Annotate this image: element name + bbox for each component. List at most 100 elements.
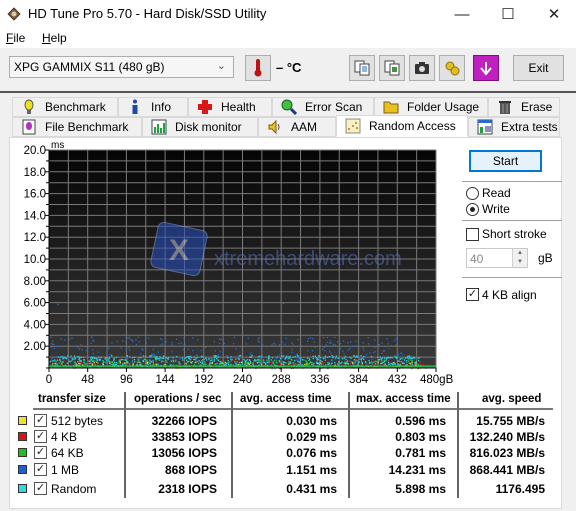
data-point — [154, 358, 157, 360]
data-point — [126, 362, 128, 364]
menu-help[interactable]: Help — [42, 31, 67, 45]
write-radio[interactable] — [466, 203, 479, 216]
data-point — [410, 357, 412, 359]
cell-max: 5.898 ms — [395, 482, 446, 496]
tab-info[interactable]: Info — [118, 97, 188, 117]
data-point — [58, 360, 60, 362]
cell-ops: 2318 IOPS — [158, 482, 217, 496]
data-point — [220, 363, 222, 366]
data-point — [221, 361, 223, 363]
data-point — [350, 341, 352, 343]
data-point — [299, 363, 301, 365]
disk-monitor-icon — [151, 119, 167, 135]
data-point — [110, 356, 112, 358]
tab-error-scan[interactable]: Error Scan — [272, 97, 374, 117]
data-point — [399, 362, 401, 364]
data-point — [167, 358, 169, 360]
data-point — [265, 362, 267, 364]
series-checkbox[interactable]: ✓ — [34, 414, 47, 427]
data-point — [91, 356, 94, 358]
exit-button[interactable]: Exit — [513, 55, 564, 81]
series-checkbox[interactable]: ✓ — [34, 463, 47, 476]
drive-select[interactable]: XPG GAMMIX S11 (480 gB) ⌄ — [9, 56, 234, 78]
data-point — [176, 356, 178, 358]
data-point — [55, 360, 57, 363]
copy-screenshot-button[interactable] — [379, 55, 405, 81]
tab-extra-tests[interactable]: Extra tests — [468, 117, 560, 137]
data-point — [400, 352, 402, 354]
data-point — [403, 362, 405, 365]
series-checkbox[interactable]: ✓ — [34, 446, 47, 459]
options-button[interactable] — [439, 55, 465, 81]
data-point — [77, 346, 79, 349]
tab-aam[interactable]: AAM — [258, 117, 336, 137]
series-checkbox[interactable]: ✓ — [34, 430, 47, 443]
short-stroke-checkbox[interactable] — [466, 228, 479, 241]
tab-benchmark[interactable]: Benchmark — [12, 97, 118, 117]
close-button[interactable]: ✕ — [531, 0, 576, 28]
data-point — [133, 359, 136, 361]
data-point — [296, 359, 298, 361]
minimize-button[interactable]: — — [439, 0, 485, 28]
data-point — [383, 359, 385, 361]
data-point — [113, 362, 115, 365]
read-radio[interactable] — [466, 187, 479, 200]
spinner-arrows-icon[interactable]: ▲ ▼ — [512, 249, 527, 267]
data-point — [342, 340, 344, 342]
data-point — [107, 358, 109, 360]
tab-disk-monitor[interactable]: Disk monitor — [142, 117, 258, 137]
tab-erase[interactable]: Erase — [488, 97, 560, 117]
menu-file[interactable]: File — [6, 31, 25, 45]
tab-random-access[interactable]: Random Access — [336, 115, 468, 137]
data-point — [258, 358, 261, 360]
data-point — [294, 363, 296, 365]
data-point — [231, 359, 233, 361]
tab-folder-usage[interactable]: Folder Usage — [374, 97, 488, 117]
data-point — [219, 360, 221, 363]
start-button[interactable]: Start — [469, 150, 542, 172]
data-point — [280, 363, 282, 366]
data-point — [98, 356, 100, 358]
screenshot-button[interactable] — [409, 55, 435, 81]
maximize-button[interactable]: ☐ — [485, 0, 531, 28]
data-point — [362, 342, 364, 344]
thermometer-icon — [254, 59, 262, 77]
data-point — [390, 363, 392, 365]
short-stroke-spinner[interactable]: 40 ▲ ▼ — [466, 248, 528, 268]
save-button[interactable] — [473, 55, 499, 81]
align-4kb-checkbox[interactable]: ✓ — [466, 288, 479, 301]
chevron-down-icon: ⌄ — [216, 60, 226, 72]
data-point — [58, 346, 60, 348]
data-point — [198, 361, 200, 363]
data-point — [164, 363, 166, 366]
data-point — [104, 361, 106, 363]
data-point — [239, 354, 242, 357]
data-point — [271, 357, 274, 359]
y-tick-label: 6.00 — [24, 298, 46, 310]
data-point — [155, 363, 157, 365]
data-point — [59, 356, 62, 359]
data-point — [319, 357, 321, 359]
data-point — [329, 362, 331, 365]
header-avg-speed: avg. speed — [482, 393, 542, 405]
copy-text-button[interactable] — [349, 55, 375, 81]
tab-file-benchmark[interactable]: File Benchmark — [12, 117, 142, 137]
data-point — [274, 359, 276, 361]
temperature-button[interactable] — [245, 55, 271, 81]
data-point — [162, 360, 164, 362]
data-point — [138, 356, 140, 359]
data-point — [75, 363, 78, 365]
options-icon — [445, 61, 460, 76]
data-point — [376, 360, 378, 363]
data-point — [319, 360, 321, 362]
cell-max: 0.803 ms — [395, 430, 446, 444]
data-point — [302, 359, 304, 361]
data-point — [56, 359, 59, 361]
data-point — [342, 350, 344, 352]
tab-health[interactable]: Health — [188, 97, 272, 117]
series-checkbox[interactable]: ✓ — [34, 482, 47, 495]
data-point — [268, 358, 270, 360]
data-point — [395, 344, 397, 346]
data-point — [159, 357, 161, 359]
data-point — [284, 343, 286, 345]
